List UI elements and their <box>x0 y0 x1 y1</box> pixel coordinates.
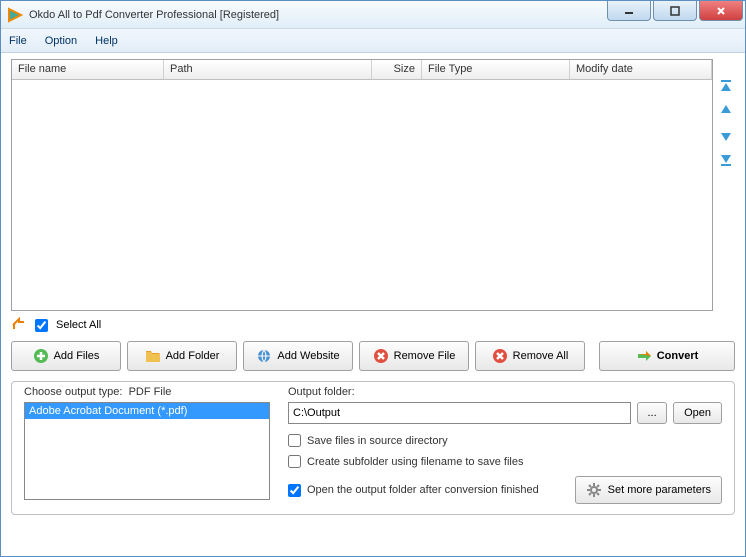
gear-icon <box>586 482 602 498</box>
more-params-label: Set more parameters <box>608 484 711 496</box>
create-subfolder-checkbox[interactable] <box>288 455 301 468</box>
output-type-item[interactable]: Adobe Acrobat Document (*.pdf) <box>25 403 269 419</box>
column-filetype[interactable]: File Type <box>422 60 570 79</box>
remove-icon <box>373 348 389 364</box>
save-in-source-label: Save files in source directory <box>307 435 448 447</box>
move-top-button[interactable] <box>718 79 734 95</box>
output-type-list[interactable]: Adobe Acrobat Document (*.pdf) <box>24 402 270 500</box>
titlebar[interactable]: Okdo All to Pdf Converter Professional [… <box>1 1 745 29</box>
add-folder-label: Add Folder <box>166 350 220 362</box>
convert-button[interactable]: Convert <box>599 341 735 371</box>
move-down-button[interactable] <box>718 127 734 143</box>
add-website-button[interactable]: Add Website <box>243 341 353 371</box>
create-subfolder-label: Create subfolder using filename to save … <box>307 456 523 468</box>
choose-type-label: Choose output type: PDF File <box>24 386 270 398</box>
open-after-label: Open the output folder after conversion … <box>307 484 539 496</box>
menubar: File Option Help <box>1 29 745 53</box>
move-up-button[interactable] <box>718 103 734 119</box>
save-in-source-checkbox[interactable] <box>288 434 301 447</box>
close-button[interactable] <box>699 1 743 21</box>
column-path[interactable]: Path <box>164 60 372 79</box>
close-icon <box>716 6 726 16</box>
menu-help[interactable]: Help <box>95 35 118 47</box>
add-folder-button[interactable]: Add Folder <box>127 341 237 371</box>
set-more-parameters-button[interactable]: Set more parameters <box>575 476 722 504</box>
menu-option[interactable]: Option <box>45 35 77 47</box>
add-files-label: Add Files <box>54 350 100 362</box>
output-folder-input[interactable] <box>288 402 631 424</box>
reorder-arrows <box>717 59 735 311</box>
file-list[interactable]: File name Path Size File Type Modify dat… <box>11 59 713 311</box>
folder-icon <box>145 348 161 364</box>
select-all-checkbox[interactable] <box>35 319 48 332</box>
up-folder-icon[interactable] <box>11 317 27 333</box>
convert-icon <box>636 348 652 364</box>
remove-file-button[interactable]: Remove File <box>359 341 469 371</box>
app-window: Okdo All to Pdf Converter Professional [… <box>0 0 746 557</box>
menu-file[interactable]: File <box>9 35 27 47</box>
open-folder-button[interactable]: Open <box>673 402 722 424</box>
select-all-label: Select All <box>56 319 101 331</box>
output-folder-label: Output folder: <box>288 386 722 398</box>
maximize-button[interactable] <box>653 1 697 21</box>
minimize-icon <box>624 6 634 16</box>
remove-all-icon <box>492 348 508 364</box>
app-icon <box>7 7 23 23</box>
add-website-label: Add Website <box>277 350 339 362</box>
maximize-icon <box>670 6 680 16</box>
open-after-checkbox[interactable] <box>288 484 301 497</box>
convert-label: Convert <box>657 350 699 362</box>
add-icon <box>33 348 49 364</box>
browse-button[interactable]: ... <box>637 402 667 424</box>
remove-all-label: Remove All <box>513 350 569 362</box>
column-size[interactable]: Size <box>372 60 422 79</box>
minimize-button[interactable] <box>607 1 651 21</box>
move-bottom-button[interactable] <box>718 151 734 167</box>
column-filename[interactable]: File name <box>12 60 164 79</box>
column-modifydate[interactable]: Modify date <box>570 60 712 79</box>
globe-icon <box>256 348 272 364</box>
add-files-button[interactable]: Add Files <box>11 341 121 371</box>
remove-file-label: Remove File <box>394 350 456 362</box>
file-list-header: File name Path Size File Type Modify dat… <box>12 60 712 80</box>
remove-all-button[interactable]: Remove All <box>475 341 585 371</box>
output-panel: Choose output type: PDF File Adobe Acrob… <box>11 381 735 515</box>
